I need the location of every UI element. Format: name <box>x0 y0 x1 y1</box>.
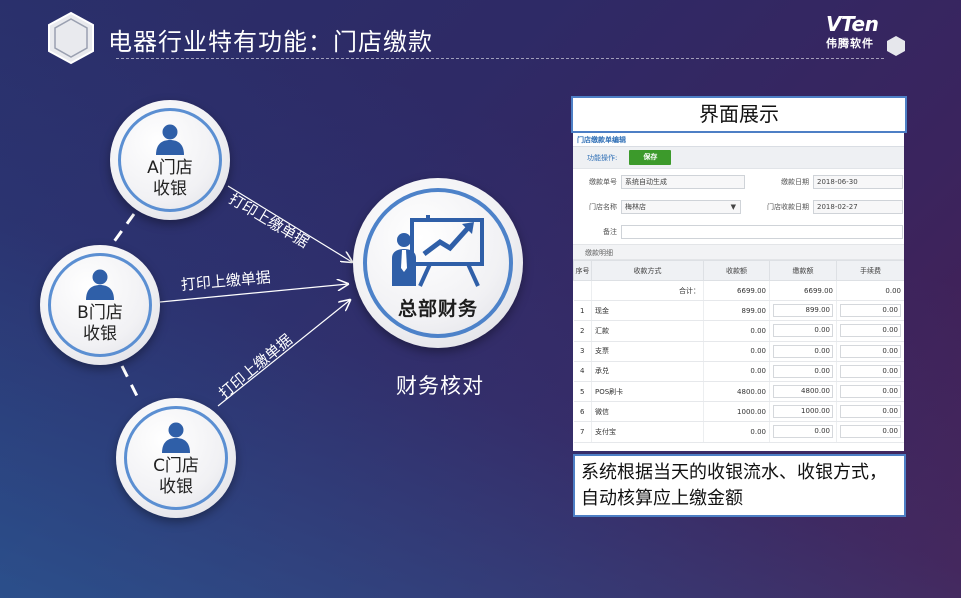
row-method: 支票 <box>591 341 704 362</box>
total-fee: 0.00 <box>836 280 904 302</box>
order-no-label: 缴款单号 <box>589 177 617 186</box>
row-paid-input[interactable]: 0.00 <box>773 425 833 439</box>
store-node-c: C门店 收银 <box>116 398 236 518</box>
ops-label: 功能操作: <box>587 153 618 162</box>
row-fee-input[interactable]: 0.00 <box>840 324 901 338</box>
total-label: 合计： <box>591 280 704 302</box>
order-no-field[interactable]: 系统自动生成 <box>621 174 745 189</box>
row-received: 1000.00 <box>703 401 770 423</box>
row-paid-input[interactable]: 0.00 <box>773 364 833 378</box>
row-method: 现金 <box>591 300 704 322</box>
store-node-a: A门店 收银 <box>110 100 230 220</box>
store-label: A门店 收银 <box>147 158 193 200</box>
store-select[interactable]: 梅林店 ▼ <box>621 199 741 214</box>
hq-label: 总部财务 <box>397 298 478 320</box>
presentation-chart-icon <box>392 215 484 287</box>
column-header: 收款方式 <box>591 260 704 281</box>
row-index: 1 <box>573 300 592 322</box>
store-label: B门店 收银 <box>77 303 123 345</box>
row-fee-input[interactable]: 0.00 <box>840 425 901 439</box>
row-paid-input[interactable]: 899.00 <box>773 304 833 318</box>
ops-bar: 功能操作: 保存 <box>573 147 904 169</box>
user-icon <box>162 422 190 453</box>
column-header: 手续费 <box>836 260 904 281</box>
table-header-row: 序号 收款方式 收款额 缴款额 手续费 <box>573 260 904 281</box>
row-method: 支付宝 <box>591 421 704 443</box>
row-fee-input[interactable]: 0.00 <box>840 304 901 318</box>
pay-date-field[interactable]: 2018-06-30 <box>813 174 903 189</box>
pay-date-label: 缴款日期 <box>781 177 809 186</box>
row-fee-input[interactable]: 0.00 <box>840 344 901 358</box>
save-button[interactable]: 保存 <box>629 150 672 165</box>
row-paid-input[interactable]: 0.00 <box>773 344 833 358</box>
form-row-1: 缴款单号 系统自动生成 缴款日期 2018-06-30 <box>573 169 904 194</box>
ui-screenshot: 门店缴款单编辑 功能操作: 保存 缴款单号 系统自动生成 缴款日期 2018-0… <box>573 133 904 451</box>
column-header: 收款额 <box>703 260 770 281</box>
table-row: 6 微信 1000.00 1000.00 0.00 <box>573 401 904 423</box>
column-header: 序号 <box>573 260 592 281</box>
store-role: 收银 <box>82 324 117 344</box>
store-name: C门店 <box>153 456 199 476</box>
row-paid-input[interactable]: 4800.00 <box>773 385 833 399</box>
remark-field[interactable] <box>621 224 903 239</box>
row-received: 0.00 <box>703 320 770 342</box>
row-method: POS刷卡 <box>591 381 704 403</box>
store-label: C门店 收银 <box>153 456 199 498</box>
panel-title: 界面展示 <box>571 96 907 133</box>
table-row: 5 POS刷卡 4800.00 4800.00 0.00 <box>573 381 904 403</box>
row-fee-input[interactable]: 0.00 <box>840 364 901 378</box>
row-received: 4800.00 <box>703 381 770 403</box>
row-index: 6 <box>573 401 592 423</box>
remark-label: 备注 <box>603 227 617 236</box>
table-row: 7 支付宝 0.00 0.00 0.00 <box>573 421 904 443</box>
form-row-3: 备注 <box>573 219 904 244</box>
payment-table: 序号 收款方式 收款额 缴款额 手续费 合计： 6699.00 6699.00 … <box>573 260 904 443</box>
row-received: 899.00 <box>703 300 770 322</box>
row-paid-input[interactable]: 0.00 <box>773 324 833 338</box>
chevron-down-icon: ▼ <box>730 202 736 211</box>
hq-finance-node: 总部财务 <box>353 178 523 348</box>
receipt-date-field[interactable]: 2018-02-27 <box>813 199 903 214</box>
row-index: 7 <box>573 421 592 443</box>
total-paid: 6699.00 <box>769 280 837 302</box>
row-index: 2 <box>573 320 592 342</box>
table-row: 4 承兑 0.00 0.00 0.00 <box>573 361 904 382</box>
store-name: B门店 <box>77 303 123 323</box>
store-role: 收银 <box>159 477 193 497</box>
form-row-2: 门店名称 梅林店 ▼ 门店收款日期 2018-02-27 <box>573 194 904 219</box>
store-node-b: B门店 收银 <box>40 245 160 365</box>
row-index: 4 <box>573 361 592 382</box>
verify-label: 财务核对 <box>396 374 484 398</box>
dashed-link-b-c <box>120 365 142 403</box>
store-name-label: 门店名称 <box>589 202 617 211</box>
column-header: 缴款额 <box>769 260 837 281</box>
total-received: 6699.00 <box>703 280 770 302</box>
row-index: 5 <box>573 381 592 403</box>
store-select-value: 梅林店 <box>625 202 646 211</box>
row-paid-input[interactable]: 1000.00 <box>773 405 833 419</box>
table-row: 1 现金 899.00 899.00 0.00 <box>573 300 904 322</box>
row-received: 0.00 <box>703 361 770 382</box>
row-index: 3 <box>573 341 592 362</box>
panel-description: 系统根据当天的收银流水、收银方式，自动核算应上缴金额 <box>573 454 906 517</box>
row-received: 0.00 <box>703 341 770 362</box>
row-fee-input[interactable]: 0.00 <box>840 405 901 419</box>
screen-heading: 门店缴款单编辑 <box>573 133 904 147</box>
row-method: 微信 <box>591 401 704 423</box>
row-fee-input[interactable]: 0.00 <box>840 385 901 399</box>
user-icon <box>156 124 184 155</box>
store-name: A门店 <box>147 158 193 178</box>
row-received: 0.00 <box>703 421 770 443</box>
receipt-date-label: 门店收款日期 <box>767 202 809 211</box>
row-method: 汇款 <box>591 320 704 342</box>
table-row: 2 汇款 0.00 0.00 0.00 <box>573 320 904 342</box>
store-role: 收银 <box>152 179 187 199</box>
detail-section-header: 缴款明细 <box>573 244 904 260</box>
table-row: 3 支票 0.00 0.00 0.00 <box>573 341 904 362</box>
user-icon <box>86 269 114 300</box>
dashed-link-a-b <box>106 213 136 251</box>
row-method: 承兑 <box>591 361 704 382</box>
total-row: 合计： 6699.00 6699.00 0.00 <box>573 280 904 302</box>
